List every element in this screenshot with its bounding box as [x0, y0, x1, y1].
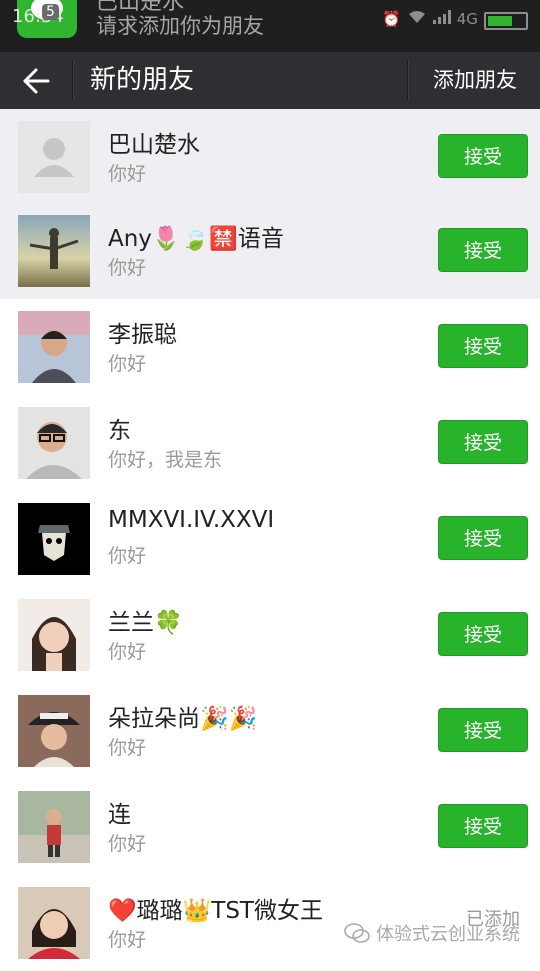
- default-avatar-icon: [18, 121, 90, 193]
- friend-request-item[interactable]: 李振聪 你好 接受: [0, 299, 540, 395]
- add-friend-button[interactable]: 添加朋友: [410, 52, 540, 109]
- photo-dark-mask-icon: [18, 503, 90, 575]
- status-bar: 16:34 5 巴山楚水 请求添加你为朋友 ⏰ 4G: [0, 0, 540, 52]
- photo-woman-hat-icon: [18, 695, 90, 767]
- requester-name: MMXVI.IV.XXVI: [108, 507, 275, 533]
- request-message: 你好: [108, 833, 147, 855]
- accept-button[interactable]: 接受: [438, 420, 528, 464]
- wechat-logo-icon: [344, 923, 370, 943]
- friend-request-item[interactable]: 东 你好，我是东 接受: [0, 395, 540, 491]
- accept-button[interactable]: 接受: [438, 228, 528, 272]
- notification-text: 请求添加你为朋友: [96, 14, 264, 38]
- requester-name: 巴山楚水: [108, 132, 200, 158]
- avatar[interactable]: [18, 599, 90, 671]
- requester-name: Any🌷🍃🈲语音: [108, 226, 284, 252]
- friend-request-item[interactable]: Any🌷🍃🈲语音 你好 接受: [0, 203, 540, 299]
- friend-request-list: 巴山楚水 你好 接受 Any🌷🍃🈲语音 你好 接受 李振聪 你好 接受 东 你好…: [0, 109, 540, 971]
- friend-request-item[interactable]: 连 你好 接受: [0, 779, 540, 875]
- avatar[interactable]: [18, 407, 90, 479]
- photo-woman-red-icon: [18, 887, 90, 959]
- network-type: 4G: [456, 10, 478, 28]
- back-arrow-icon: [23, 68, 50, 93]
- requester-name: 东: [108, 418, 131, 444]
- requester-name: 连: [108, 802, 131, 828]
- wifi-icon: [407, 10, 427, 28]
- request-message: 你好: [108, 737, 147, 759]
- accept-button[interactable]: 接受: [438, 612, 528, 656]
- requester-name: 兰兰🍀: [108, 610, 183, 636]
- photo-person-glasses-icon: [18, 407, 90, 479]
- request-message: 你好: [108, 641, 147, 663]
- request-message: 你好: [108, 257, 147, 279]
- avatar[interactable]: [18, 695, 90, 767]
- friend-request-item[interactable]: MMXVI.IV.XXVI 你好 接受: [0, 491, 540, 587]
- accept-button[interactable]: 接受: [438, 804, 528, 848]
- avatar[interactable]: [18, 791, 90, 863]
- watermark: 体验式云创业系统: [344, 920, 520, 946]
- accept-button[interactable]: 接受: [438, 324, 528, 368]
- friend-request-item[interactable]: 兰兰🍀 你好 接受: [0, 587, 540, 683]
- notification-badge: 5: [42, 4, 59, 20]
- friend-request-item[interactable]: 巴山楚水 你好 接受: [0, 109, 540, 203]
- alarm-icon: ⏰: [382, 10, 401, 28]
- action-divider: [407, 60, 409, 100]
- signal-icon: [432, 10, 451, 28]
- avatar[interactable]: [18, 887, 90, 959]
- requester-name: ❤️璐璐👑TST微女王: [108, 898, 323, 924]
- photo-person-icon: [18, 311, 90, 383]
- avatar[interactable]: [18, 121, 90, 193]
- system-icons: ⏰ 4G: [382, 10, 478, 28]
- requester-name: 朵拉朵尚🎉🎉: [108, 706, 258, 732]
- title-bar: 新的朋友 添加朋友: [0, 52, 540, 109]
- request-message: 你好: [108, 353, 147, 375]
- request-message: 你好: [108, 929, 147, 951]
- battery-icon: [484, 12, 528, 30]
- request-message: 你好: [108, 163, 147, 185]
- requester-name: 李振聪: [108, 322, 177, 348]
- photo-woman-icon: [18, 599, 90, 671]
- avatar[interactable]: [18, 311, 90, 383]
- accept-button[interactable]: 接受: [438, 516, 528, 560]
- avatar[interactable]: [18, 215, 90, 287]
- title-divider: [72, 60, 74, 100]
- accept-button[interactable]: 接受: [438, 708, 528, 752]
- watermark-text: 体验式云创业系统: [376, 924, 520, 945]
- photo-child-icon: [18, 791, 90, 863]
- accept-button[interactable]: 接受: [438, 134, 528, 178]
- page-title: 新的朋友: [90, 65, 195, 95]
- request-message: 你好，我是东: [108, 449, 223, 471]
- avatar[interactable]: [18, 503, 90, 575]
- back-button[interactable]: [0, 52, 72, 109]
- friend-request-item[interactable]: 朵拉朵尚🎉🎉 你好 接受: [0, 683, 540, 779]
- photo-landscape-icon: [18, 215, 90, 287]
- request-message: 你好: [108, 545, 147, 567]
